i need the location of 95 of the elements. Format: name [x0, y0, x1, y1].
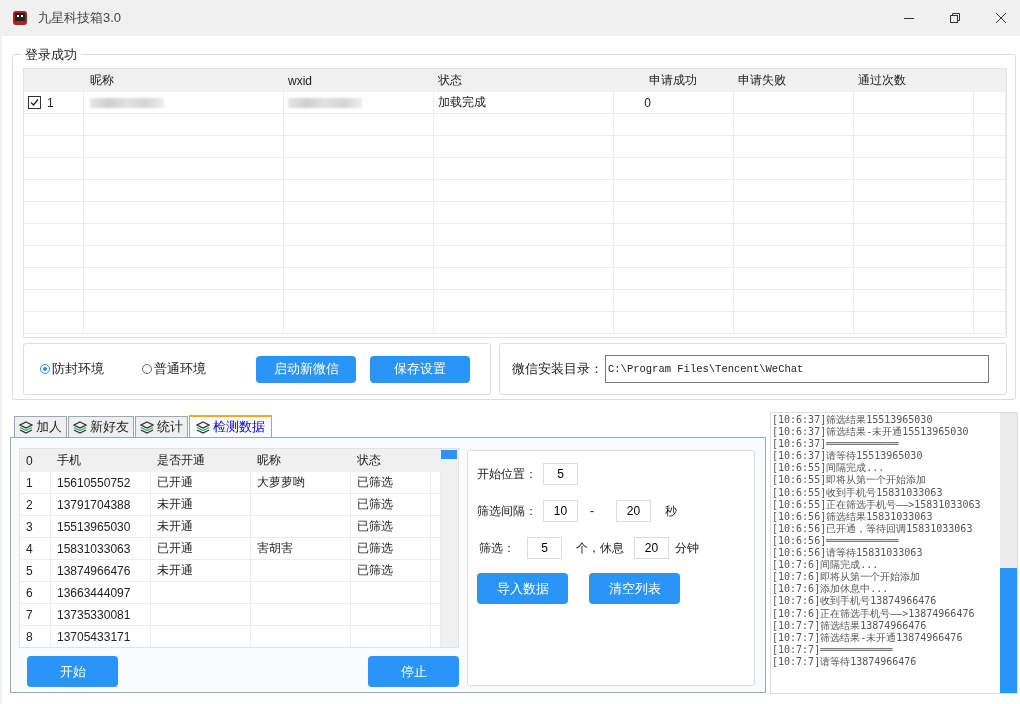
- radio-option[interactable]: 防封环境: [40, 360, 104, 378]
- path-field[interactable]: C:\Program Files\Tencent\WeChat: [605, 355, 989, 383]
- log-line: [10:6:56]筛选结果15831033063: [772, 510, 934, 523]
- log-line: [10:6:56]════════════: [772, 534, 900, 548]
- column-header: wxid: [287, 72, 313, 90]
- log-line: [10:7:7]请等待13874966476: [772, 655, 918, 668]
- tab[interactable]: 加人: [14, 416, 67, 437]
- log-line: [10:6:56]已开通，等待回调15831033063: [772, 522, 974, 535]
- field-label: 微信安装目录：: [512, 360, 603, 378]
- field-label: 筛选间隔：: [477, 502, 537, 520]
- table-cell: 13735330081: [57, 607, 131, 622]
- table-cell: 加载完成: [438, 94, 486, 111]
- log-line: [10:7:6]间隔完成...: [772, 559, 880, 571]
- table-cell: 5: [26, 563, 33, 578]
- table-cell: 已筛选: [357, 496, 393, 513]
- tab[interactable]: 新好友: [68, 416, 134, 437]
- log-line: [10:6:37]请等待15513965030: [772, 450, 924, 462]
- table-cell: 已开通: [157, 474, 193, 491]
- table-cell: 8: [26, 629, 33, 644]
- column-header: 手机: [56, 452, 82, 469]
- table-cell: 害胡害: [257, 540, 293, 557]
- table-cell: 15610550752: [57, 475, 131, 490]
- log-line: [10:7:7]筛选结果-未开通13874966476: [772, 631, 964, 644]
- field-label: 筛选：: [479, 539, 515, 557]
- table-cell: 已筛选: [357, 562, 393, 579]
- unit-label: 分钟: [675, 539, 699, 557]
- table-cell: 已筛选: [357, 540, 393, 557]
- tab[interactable]: 检测数据: [189, 415, 272, 437]
- table-cell: 7: [26, 607, 33, 622]
- table-cell: 13705433171: [57, 629, 131, 644]
- column-header: 昵称: [89, 72, 115, 89]
- table-cell: 1: [26, 475, 33, 490]
- table-cell: 未开通: [157, 562, 193, 579]
- scrollbar-thumb[interactable]: [441, 450, 457, 459]
- log-line: [10:7:7]筛选结果13874966476: [772, 619, 928, 632]
- table-cell: 已筛选: [357, 518, 393, 535]
- field-label: 个，休息: [576, 539, 624, 557]
- scrollbar-thumb[interactable]: [1000, 568, 1017, 693]
- table-cell: 15831033063: [57, 541, 131, 556]
- close-icon[interactable]: [996, 13, 1006, 23]
- table-cell: 2: [26, 497, 33, 512]
- radio-option[interactable]: 普通环境: [142, 360, 206, 378]
- table-cell: 0: [644, 95, 651, 110]
- restore-icon[interactable]: [950, 13, 960, 23]
- log-line: [10:6:37]筛选结果-未开通15513965030: [772, 426, 970, 439]
- log-line: [10:6:55]间隔完成...: [772, 462, 886, 474]
- unit-label: 秒: [665, 502, 677, 520]
- table-cell: 已筛选: [357, 474, 393, 491]
- table-cell: 大萝萝哟: [257, 474, 305, 491]
- number-field[interactable]: 20: [616, 500, 651, 522]
- column-header: 通过次数: [857, 72, 907, 89]
- table-cell: 13663444097: [57, 585, 131, 600]
- app-logo-icon: [12, 10, 28, 26]
- table-cell: 6: [26, 585, 33, 600]
- column-header: 是否开通: [156, 452, 206, 469]
- log-line: [10:7:6]即将从第一个开始添加: [772, 571, 922, 583]
- log-line: [10:6:55]即将从第一个开始添加: [772, 474, 928, 487]
- layers-icon: [196, 420, 210, 434]
- table-cell: 已开通: [157, 540, 193, 557]
- log-line: [10:6:56]请等待15831033063: [772, 547, 924, 559]
- table-cell: 4: [26, 541, 33, 556]
- column-header: 状态: [356, 452, 382, 469]
- layers-icon: [140, 420, 154, 434]
- column-header: 状态: [437, 72, 463, 89]
- table-cell: 13874966476: [57, 563, 131, 578]
- window-title: 九星科技箱3.0: [38, 9, 122, 27]
- number-field[interactable]: 5: [527, 537, 562, 559]
- log-line: [10:7:7]════════════: [772, 643, 894, 656]
- column-header: 0: [25, 452, 34, 470]
- log-line: [10:6:55]收到手机号15831033063: [772, 486, 944, 499]
- table-cell: 未开通: [157, 518, 193, 535]
- number-field[interactable]: 10: [543, 500, 578, 522]
- log-line: [10:7:6]添加休息中...: [772, 583, 890, 595]
- field-label: 开始位置：: [477, 465, 537, 483]
- range-separator: -: [590, 504, 594, 518]
- table-cell: 15513965030: [57, 519, 131, 534]
- column-header: 申请成功: [648, 72, 698, 89]
- log-line: [10:7:6]正在筛选手机号——>13874966476: [772, 607, 976, 620]
- table-cell: 未开通: [157, 496, 193, 513]
- layers-icon: [19, 420, 33, 434]
- log-line: [10:6:55]正在筛选手机号——>15831033063: [772, 498, 982, 511]
- log-line: [10:7:6]收到手机号13874966476: [772, 595, 938, 608]
- log-line: [10:6:37]筛选结果15513965030: [772, 414, 934, 426]
- table-cell: 13791704388: [57, 497, 131, 512]
- number-field[interactable]: 5: [543, 463, 578, 485]
- column-header: 申请失败: [737, 72, 787, 89]
- layers-icon: [73, 420, 87, 434]
- table-cell: 3: [26, 519, 33, 534]
- log-line: [10:6:37]════════════: [772, 438, 900, 451]
- tab[interactable]: 统计: [135, 416, 188, 437]
- row-number: 1: [47, 95, 54, 110]
- group-title: 登录成功: [21, 46, 81, 64]
- column-header: 昵称: [256, 452, 282, 469]
- checkbox[interactable]: [28, 96, 41, 109]
- number-field[interactable]: 20: [634, 537, 669, 559]
